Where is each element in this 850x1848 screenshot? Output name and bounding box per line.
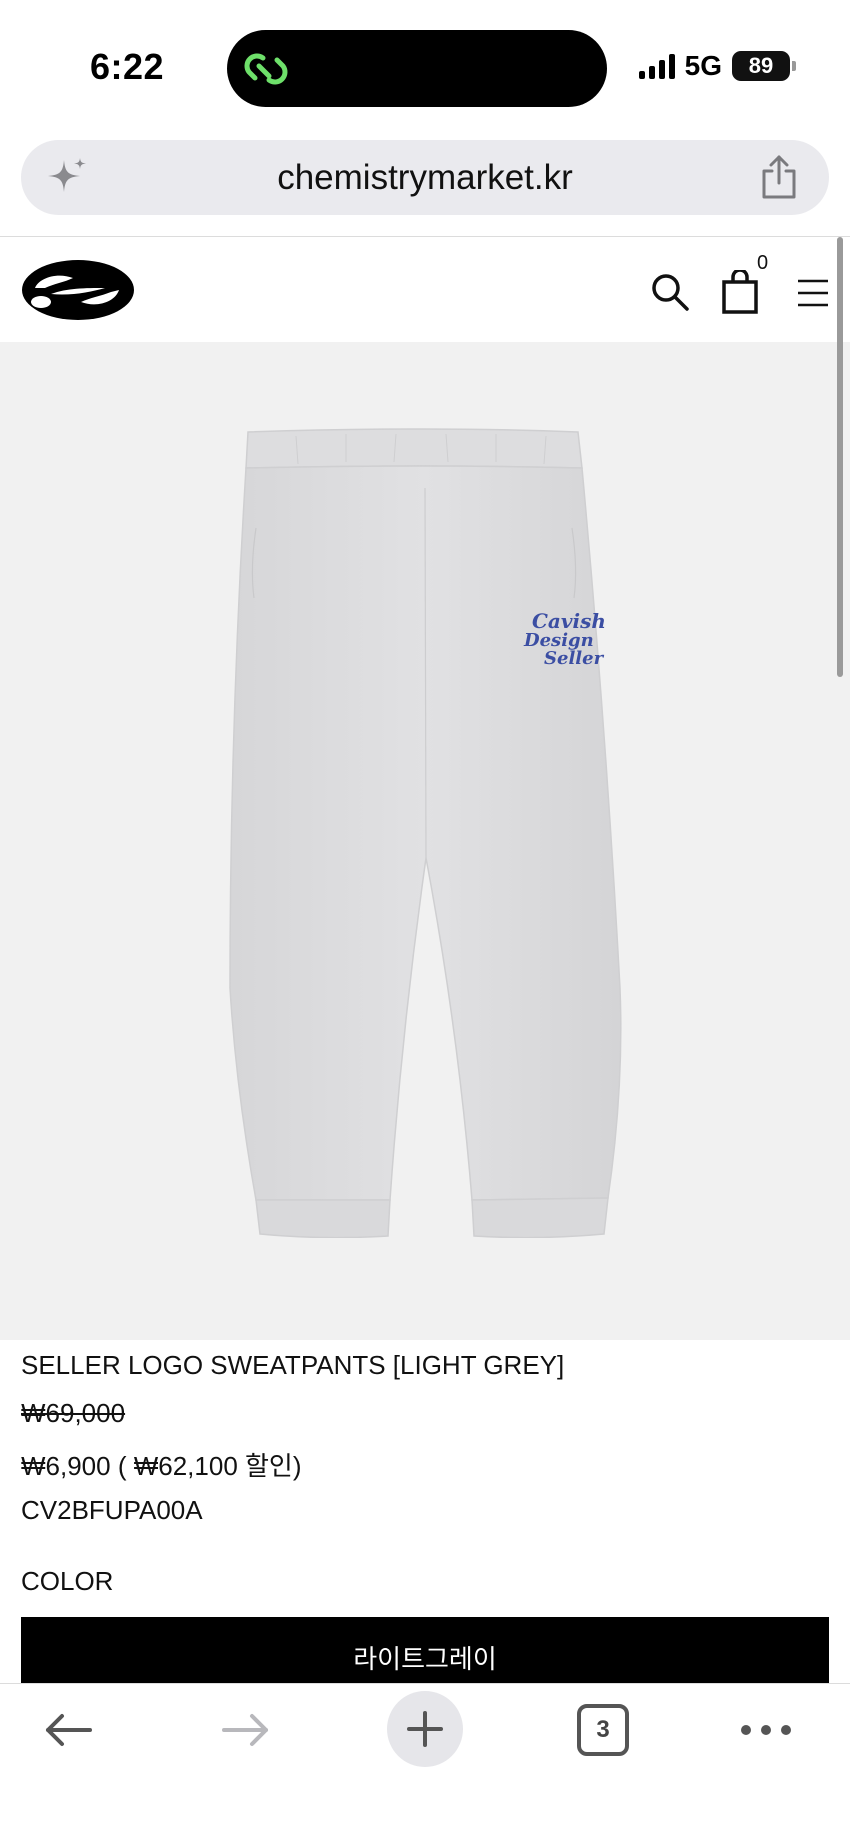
tab-count: 3 [596, 1716, 610, 1743]
new-tab-button[interactable] [387, 1691, 463, 1767]
address-bar[interactable]: chemistrymarket.kr [21, 140, 829, 215]
sparkle-icon[interactable] [46, 156, 88, 198]
menu-icon[interactable] [796, 278, 830, 308]
print-logo-line-3: Seller [544, 648, 605, 669]
tabs-button[interactable]: 3 [577, 1704, 629, 1756]
product-code: CV2BFUPA00A [21, 1495, 203, 1525]
status-time: 6:22 [90, 46, 165, 87]
search-icon[interactable] [650, 272, 690, 312]
forward-arrow-icon[interactable] [220, 1710, 272, 1750]
original-price: ₩69,000 [21, 1398, 126, 1428]
dynamic-island [227, 30, 607, 107]
sweatpants-image: Cavish Design Seller [229, 428, 622, 1238]
color-option-button[interactable]: 라이트그레이 [21, 1617, 829, 1683]
share-icon[interactable] [758, 153, 800, 201]
shopping-bag-icon[interactable] [720, 270, 760, 314]
scrollbar[interactable] [837, 237, 843, 677]
url-text[interactable]: chemistrymarket.kr [21, 140, 829, 215]
network-type: 5G [684, 50, 722, 81]
page: 6:22 5G 89 chemistrymarket.kr 0 Cavish D… [0, 0, 850, 1848]
status-indicators: 5G 89 [638, 50, 796, 82]
site-logo[interactable] [21, 258, 136, 322]
chain-link-icon [244, 53, 288, 85]
product-title: SELLER LOGO SWEATPANTS [LIGHT GREY] [21, 1350, 565, 1380]
plus-icon [407, 1711, 443, 1747]
product-image[interactable]: Cavish Design Seller [0, 342, 850, 1340]
battery-icon: 89 [732, 51, 796, 81]
status-bar: 6:22 5G 89 [0, 0, 850, 130]
more-icon[interactable] [740, 1720, 792, 1740]
color-label: COLOR [21, 1566, 114, 1596]
cart-count: 0 [757, 252, 769, 274]
sale-price: ₩6,900 ( ₩62,100 할인) [21, 1451, 302, 1481]
battery-level: 89 [748, 53, 774, 78]
signal-icon [638, 53, 675, 79]
back-arrow-icon[interactable] [42, 1710, 94, 1750]
